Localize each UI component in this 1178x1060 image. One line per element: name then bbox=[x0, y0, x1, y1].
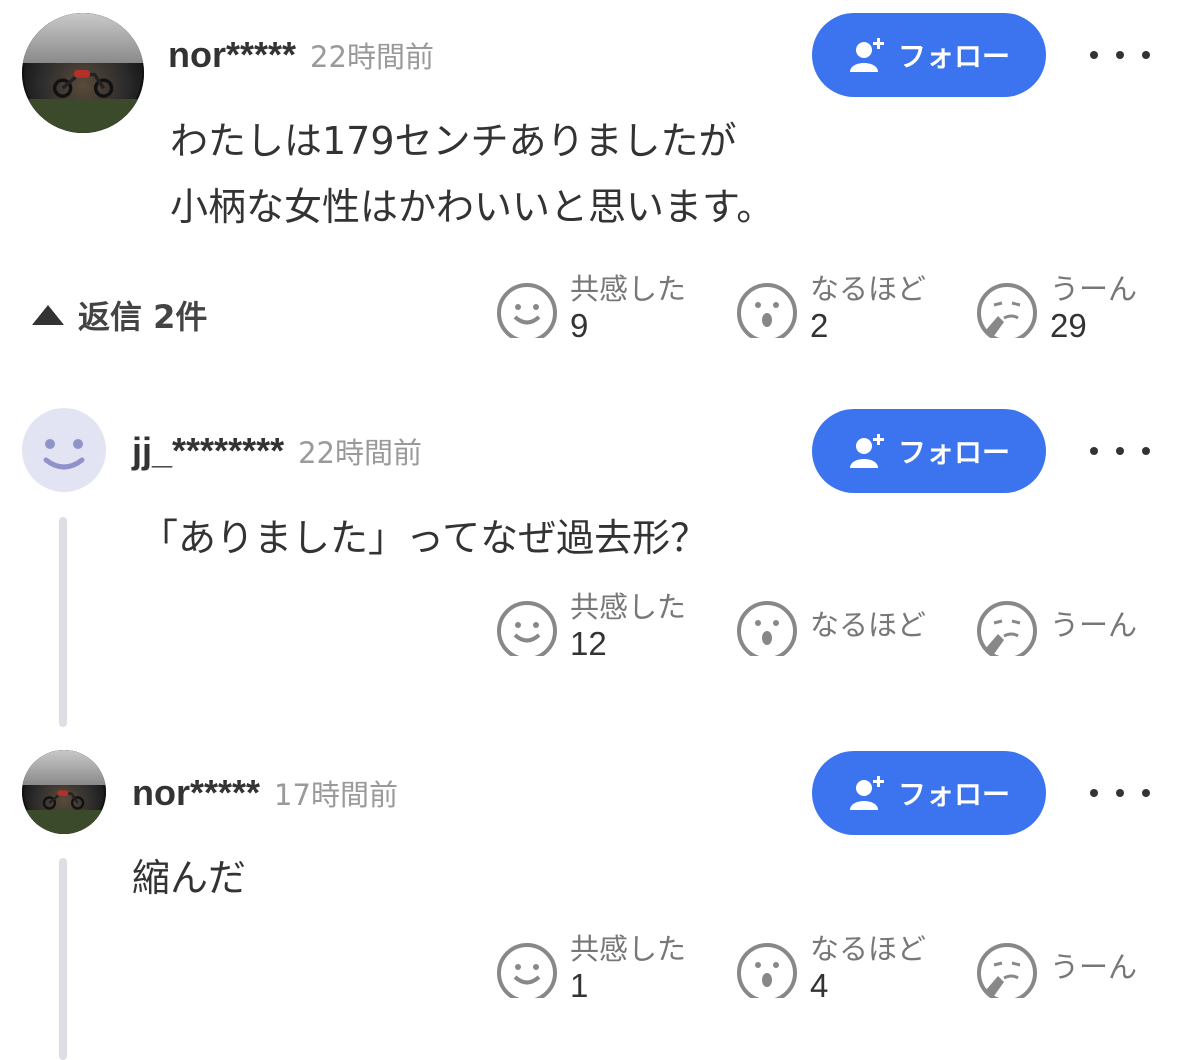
reaction-label: うーん bbox=[1050, 272, 1138, 306]
reaction-label: 共感した bbox=[570, 932, 687, 966]
more-options-button[interactable] bbox=[1090, 436, 1150, 466]
avatar[interactable] bbox=[22, 750, 106, 834]
more-icon-dot bbox=[1090, 447, 1098, 455]
replies-toggle[interactable]: 返信 2件 bbox=[30, 292, 207, 338]
comment-header: jj_******** 22時間前 bbox=[132, 430, 422, 472]
surprised-icon bbox=[737, 943, 797, 998]
smile-icon bbox=[497, 601, 557, 656]
replies-label: 返信 2件 bbox=[78, 298, 208, 336]
uun-reaction[interactable]: うーん bbox=[974, 932, 1137, 998]
more-icon-dot bbox=[1116, 51, 1124, 59]
thread-line bbox=[59, 858, 67, 1060]
avatar-photo-sky bbox=[22, 750, 106, 786]
follow-label: フォロー bbox=[897, 778, 1010, 811]
more-icon-dot bbox=[1116, 789, 1124, 797]
username[interactable]: nor***** bbox=[168, 34, 296, 75]
comment-header: nor***** 17時間前 bbox=[132, 772, 398, 814]
comment-header: nor***** 22時間前 bbox=[168, 34, 434, 76]
empathy-reaction[interactable]: 共感した 9 bbox=[494, 272, 686, 346]
reaction-label: なるほど bbox=[810, 932, 927, 966]
motorcycle-icon bbox=[43, 789, 85, 810]
avatar[interactable] bbox=[22, 13, 144, 133]
comment-text: 「ありました」ってなぜ過去形？ bbox=[140, 516, 709, 560]
more-icon-dot bbox=[1116, 447, 1124, 455]
empathy-reaction[interactable]: 共感した 12 bbox=[494, 590, 686, 664]
timestamp: 22時間前 bbox=[310, 40, 434, 74]
avatar-photo-grass bbox=[22, 810, 106, 834]
more-icon-dot bbox=[1142, 51, 1150, 59]
more-icon-dot bbox=[1142, 447, 1150, 455]
reaction-count: 4 bbox=[810, 967, 829, 1004]
more-options-button[interactable] bbox=[1090, 40, 1150, 70]
comment-text: わたしは179センチありましたが 小柄な女性はかわいいと思います。 bbox=[170, 108, 774, 240]
triangle-up-icon bbox=[32, 305, 64, 325]
reaction-count: 9 bbox=[570, 307, 589, 344]
reaction-label: 共感した bbox=[570, 272, 687, 306]
thinking-icon bbox=[977, 283, 1037, 338]
timestamp: 17時間前 bbox=[274, 778, 398, 812]
default-avatar-icon bbox=[43, 439, 85, 470]
comment-line: わたしは179センチありましたが bbox=[170, 119, 737, 163]
reaction-label: 共感した bbox=[570, 590, 687, 624]
user-plus-icon bbox=[849, 776, 884, 810]
more-icon-dot bbox=[1090, 51, 1098, 59]
naruhodo-reaction[interactable]: なるほど 2 bbox=[734, 272, 926, 346]
reaction-count: 12 bbox=[570, 625, 607, 662]
more-icon-dot bbox=[1090, 789, 1098, 797]
user-plus-icon bbox=[849, 38, 884, 72]
thinking-icon bbox=[977, 601, 1037, 656]
surprised-icon bbox=[737, 601, 797, 656]
reaction-count: 1 bbox=[570, 967, 589, 1004]
user-plus-icon bbox=[849, 434, 884, 468]
comment-text: 縮んだ bbox=[132, 856, 247, 900]
username[interactable]: nor***** bbox=[132, 772, 260, 813]
naruhodo-reaction[interactable]: なるほど 4 bbox=[734, 932, 926, 1006]
surprised-icon bbox=[737, 283, 797, 338]
thread-line bbox=[59, 517, 67, 727]
more-options-button[interactable] bbox=[1090, 778, 1150, 808]
smile-icon bbox=[497, 283, 557, 338]
motorcycle-icon bbox=[52, 69, 114, 98]
reaction-label: うーん bbox=[1050, 950, 1138, 984]
avatar-photo-grass bbox=[22, 99, 144, 133]
thinking-icon bbox=[977, 943, 1037, 998]
follow-label: フォロー bbox=[897, 40, 1010, 73]
reaction-count: 2 bbox=[810, 307, 829, 344]
uun-reaction[interactable]: うーん 29 bbox=[974, 272, 1137, 346]
naruhodo-reaction[interactable]: なるほど bbox=[734, 590, 926, 656]
follow-button[interactable]: フォロー bbox=[812, 751, 1046, 835]
reaction-label: なるほど bbox=[810, 272, 927, 306]
more-icon-dot bbox=[1142, 789, 1150, 797]
avatar-photo-sky bbox=[22, 13, 144, 64]
reaction-count: 29 bbox=[1050, 307, 1087, 344]
empathy-reaction[interactable]: 共感した 1 bbox=[494, 932, 686, 1006]
username[interactable]: jj_******** bbox=[132, 430, 284, 471]
follow-label: フォロー bbox=[897, 436, 1010, 469]
smile-icon bbox=[497, 943, 557, 998]
timestamp: 22時間前 bbox=[298, 436, 423, 470]
comment-line: 小柄な女性はかわいいと思います。 bbox=[170, 185, 775, 229]
reaction-label: なるほど bbox=[810, 608, 927, 642]
reaction-label: うーん bbox=[1050, 608, 1138, 642]
avatar[interactable] bbox=[22, 408, 106, 492]
uun-reaction[interactable]: うーん bbox=[974, 590, 1137, 656]
follow-button[interactable]: フォロー bbox=[812, 13, 1046, 97]
follow-button[interactable]: フォロー bbox=[812, 409, 1046, 493]
